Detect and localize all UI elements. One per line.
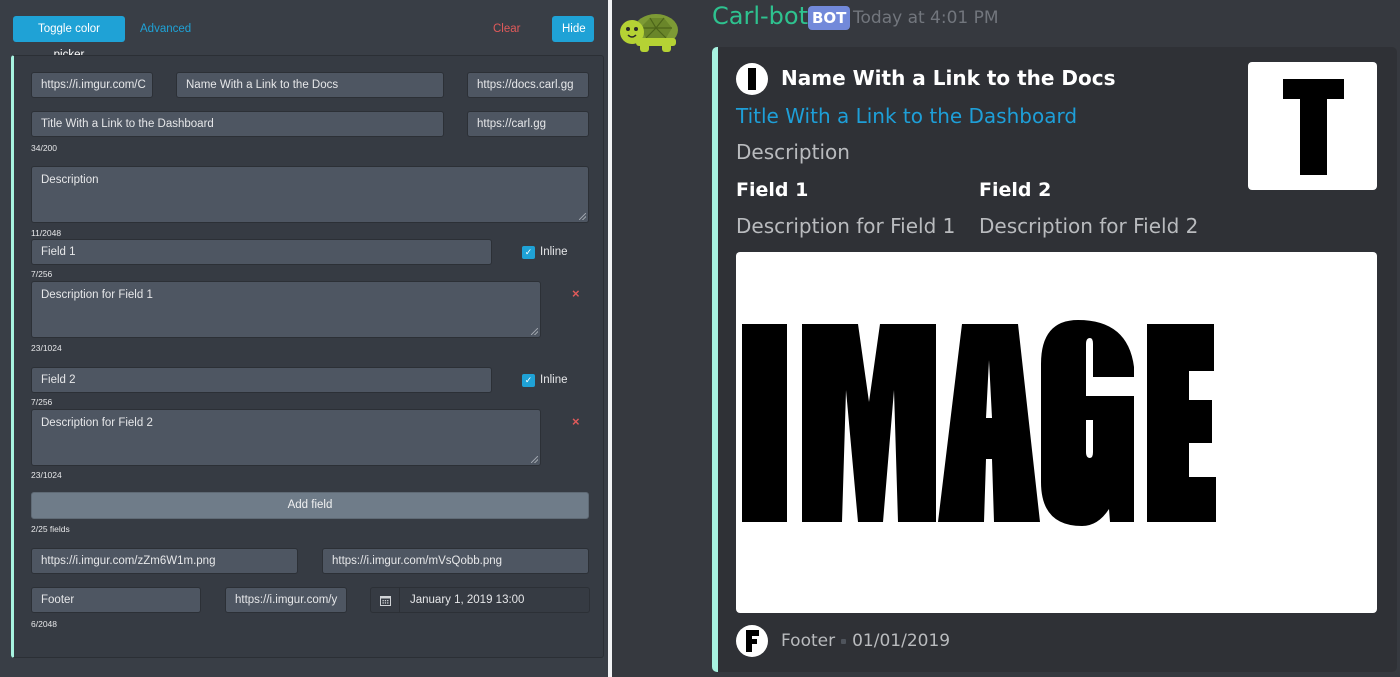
- field-2-name-char-count: 7/256: [31, 397, 53, 407]
- hide-button[interactable]: Hide: [552, 16, 594, 42]
- author-url-input[interactable]: https://docs.carl.gg: [467, 72, 589, 98]
- thumbnail-t-glyph: [1283, 79, 1344, 175]
- fields-count: 2/25 fields: [31, 524, 70, 534]
- image-url-input[interactable]: https://i.imgur.com/zZm6W1m.png: [31, 548, 298, 574]
- field-2-inline-checkbox[interactable]: ✓: [522, 374, 535, 387]
- title-char-count: 34/200: [31, 143, 57, 153]
- timestamp-value[interactable]: January 1, 2019 13:00: [410, 588, 524, 612]
- thumbnail-url-input[interactable]: https://i.imgur.com/mVsQobb.png: [322, 548, 589, 574]
- embed-image[interactable]: [736, 252, 1377, 613]
- add-field-button[interactable]: Add field: [31, 492, 589, 519]
- embed-footer-date: 01/01/2019: [852, 631, 951, 651]
- message-timestamp: Today at 4:01 PM: [853, 8, 999, 28]
- embed-footer-icon: [736, 625, 768, 657]
- field-1-name-input[interactable]: Field 1: [31, 239, 492, 265]
- field-1-name-char-count: 7/256: [31, 269, 53, 279]
- clear-link[interactable]: Clear: [493, 23, 520, 35]
- bot-username[interactable]: Carl-bot: [712, 2, 808, 30]
- footer-separator-dot: [841, 638, 847, 644]
- embed-form: https://i.imgur.com/C Name With a Link t…: [11, 55, 604, 658]
- toggle-color-picker-button[interactable]: Toggle color picker: [13, 16, 125, 61]
- embed-thumbnail[interactable]: [1248, 62, 1377, 190]
- footer-char-count: 6/2048: [31, 619, 57, 629]
- field-2-value-textarea[interactable]: Description for Field 2: [31, 409, 541, 466]
- description-textarea[interactable]: Description: [31, 166, 589, 223]
- image-text-glyph: [742, 320, 1216, 526]
- embed-field-2-value: Description for Field 2: [979, 214, 1199, 238]
- embed-builder-panel: Toggle color picker Advanced Clear Hide …: [0, 0, 608, 677]
- title-input[interactable]: Title With a Link to the Dashboard: [31, 111, 444, 137]
- author-icon-url-input[interactable]: https://i.imgur.com/C: [31, 72, 153, 98]
- title-url-input[interactable]: https://carl.gg: [467, 111, 589, 137]
- embed-author-icon: [736, 63, 768, 95]
- field-1-inline-label: Inline: [540, 246, 568, 258]
- field-2-name-input[interactable]: Field 2: [31, 367, 492, 393]
- field-1-value-char-count: 23/1024: [31, 343, 62, 353]
- advanced-link[interactable]: Advanced: [140, 23, 191, 35]
- footer-text-input[interactable]: Footer: [31, 587, 201, 613]
- builder-toolbar: Toggle color picker Advanced Clear Hide: [13, 16, 594, 61]
- footer-icon-url-input[interactable]: https://i.imgur.com/y: [225, 587, 347, 613]
- embed-author-name[interactable]: Name With a Link to the Docs: [781, 66, 1116, 90]
- field-1-delete-icon[interactable]: ×: [572, 286, 580, 301]
- timestamp-picker[interactable]: January 1, 2019 13:00: [370, 587, 590, 613]
- field-2-inline-label: Inline: [540, 374, 568, 386]
- embed-title-link[interactable]: Title With a Link to the Dashboard: [736, 104, 1077, 128]
- field-2-delete-icon[interactable]: ×: [572, 414, 580, 429]
- field-1-value-textarea[interactable]: Description for Field 1: [31, 281, 541, 338]
- message-preview-panel: Carl-bot BOT Today at 4:01 PM Name With …: [612, 0, 1400, 677]
- author-name-input[interactable]: Name With a Link to the Docs: [176, 72, 444, 98]
- embed-field-1-name: Field 1: [736, 179, 809, 201]
- calendar-icon[interactable]: [371, 588, 400, 612]
- description-char-count: 11/2048: [31, 228, 62, 238]
- embed-preview: Name With a Link to the Docs Title With …: [712, 47, 1397, 672]
- embed-description: Description: [736, 140, 850, 164]
- embed-footer-text: Footer: [781, 631, 836, 651]
- bot-badge: BOT: [808, 6, 851, 30]
- embed-field-2-name: Field 2: [979, 179, 1052, 201]
- embed-field-1-value: Description for Field 1: [736, 214, 956, 238]
- turtle-avatar-icon: [616, 8, 680, 56]
- embed-footer: Footer 01/01/2019: [781, 631, 950, 651]
- field-1-inline-checkbox[interactable]: ✓: [522, 246, 535, 259]
- field-2-value-char-count: 23/1024: [31, 470, 62, 480]
